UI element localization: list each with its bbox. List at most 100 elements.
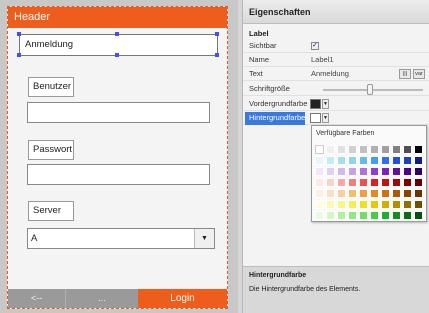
color-swatch-cell[interactable] bbox=[359, 189, 368, 198]
color-swatch-cell[interactable] bbox=[370, 211, 379, 220]
color-swatch-cell[interactable] bbox=[392, 178, 401, 187]
color-swatch-cell[interactable] bbox=[359, 178, 368, 187]
color-swatch-cell[interactable] bbox=[414, 211, 423, 220]
background-color-swatch[interactable] bbox=[310, 113, 321, 123]
color-swatch-cell[interactable] bbox=[315, 167, 324, 176]
user-label-element[interactable]: Benutzer bbox=[28, 77, 74, 97]
color-swatch-cell[interactable] bbox=[392, 167, 401, 176]
form-header[interactable]: Header bbox=[8, 7, 227, 28]
server-label-element[interactable]: Server bbox=[28, 201, 74, 221]
color-swatch-cell[interactable] bbox=[370, 167, 379, 176]
text-edit-button[interactable]: ||| bbox=[399, 69, 411, 79]
color-swatch-cell[interactable] bbox=[370, 156, 379, 165]
color-swatch-cell[interactable] bbox=[326, 178, 335, 187]
color-swatch-cell[interactable] bbox=[381, 211, 390, 220]
color-swatch-cell[interactable] bbox=[315, 200, 324, 209]
color-swatch-cell[interactable] bbox=[403, 156, 412, 165]
color-swatch-cell[interactable] bbox=[326, 145, 335, 154]
color-swatch-cell[interactable] bbox=[381, 156, 390, 165]
resize-handle-bottom[interactable] bbox=[115, 53, 119, 57]
footer-back-button[interactable]: <-- bbox=[8, 289, 66, 308]
color-swatch-cell[interactable] bbox=[337, 189, 346, 198]
color-swatch-cell[interactable] bbox=[381, 200, 390, 209]
color-swatch-cell[interactable] bbox=[403, 145, 412, 154]
color-swatch-cell[interactable] bbox=[326, 189, 335, 198]
color-swatch-cell[interactable] bbox=[414, 189, 423, 198]
password-label-element[interactable]: Passwort bbox=[28, 140, 74, 160]
color-swatch-cell[interactable] bbox=[370, 189, 379, 198]
color-swatch-cell[interactable] bbox=[359, 211, 368, 220]
prop-row-foreground[interactable]: Vordergrundfarbe ▼ bbox=[243, 98, 429, 111]
user-input-element[interactable] bbox=[27, 102, 210, 123]
color-swatch-cell[interactable] bbox=[359, 145, 368, 154]
name-value[interactable]: Label1 bbox=[311, 54, 334, 66]
prop-row-name[interactable]: Name Label1 bbox=[243, 54, 429, 67]
color-swatch-cell[interactable] bbox=[348, 167, 357, 176]
footer-login-button[interactable]: Login bbox=[138, 289, 227, 308]
resize-handle-top-left[interactable] bbox=[17, 32, 21, 36]
foreground-color-swatch[interactable] bbox=[310, 99, 321, 109]
color-swatch-cell[interactable] bbox=[403, 211, 412, 220]
color-swatch-cell[interactable] bbox=[414, 178, 423, 187]
color-swatch-cell[interactable] bbox=[326, 156, 335, 165]
text-value[interactable]: Anmeldung bbox=[311, 68, 349, 80]
color-swatch-cell[interactable] bbox=[414, 167, 423, 176]
color-swatch-cell[interactable] bbox=[370, 145, 379, 154]
resize-handle-bottom-left[interactable] bbox=[17, 53, 21, 57]
color-swatch-cell[interactable] bbox=[315, 145, 324, 154]
color-swatch-cell[interactable] bbox=[370, 200, 379, 209]
color-swatch-cell[interactable] bbox=[403, 200, 412, 209]
color-swatch-cell[interactable] bbox=[315, 178, 324, 187]
color-swatch-cell[interactable] bbox=[381, 189, 390, 198]
color-swatch-cell[interactable] bbox=[359, 167, 368, 176]
color-swatch-cell[interactable] bbox=[392, 156, 401, 165]
font-size-slider-thumb[interactable] bbox=[367, 84, 373, 95]
color-swatch-cell[interactable] bbox=[326, 200, 335, 209]
color-swatch-cell[interactable] bbox=[392, 145, 401, 154]
color-swatch-cell[interactable] bbox=[381, 178, 390, 187]
color-swatch-cell[interactable] bbox=[337, 156, 346, 165]
color-swatch-cell[interactable] bbox=[315, 189, 324, 198]
color-swatch-cell[interactable] bbox=[326, 211, 335, 220]
resize-handle-top[interactable] bbox=[115, 32, 119, 36]
resize-handle-bottom-right[interactable] bbox=[215, 53, 219, 57]
color-swatch-cell[interactable] bbox=[403, 178, 412, 187]
color-swatch-cell[interactable] bbox=[414, 200, 423, 209]
color-swatch-cell[interactable] bbox=[414, 145, 423, 154]
color-swatch-cell[interactable] bbox=[348, 178, 357, 187]
color-swatch-cell[interactable] bbox=[403, 189, 412, 198]
prop-row-font-size[interactable]: Schriftgröße bbox=[243, 83, 429, 96]
resize-handle-top-right[interactable] bbox=[215, 32, 219, 36]
color-swatch-cell[interactable] bbox=[337, 211, 346, 220]
prop-row-background[interactable]: Hintergrundfarbe ▼ bbox=[243, 112, 429, 125]
chevron-down-icon[interactable]: ▼ bbox=[322, 113, 329, 123]
prop-row-visible[interactable]: Sichtbar ✓ bbox=[243, 40, 429, 53]
color-swatch-cell[interactable] bbox=[348, 189, 357, 198]
color-swatch-cell[interactable] bbox=[315, 211, 324, 220]
color-swatch-cell[interactable] bbox=[370, 178, 379, 187]
prop-row-text[interactable]: Text Anmeldung ||| var bbox=[243, 68, 429, 81]
color-swatch-cell[interactable] bbox=[392, 189, 401, 198]
color-swatch-cell[interactable] bbox=[403, 167, 412, 176]
color-swatch-cell[interactable] bbox=[348, 211, 357, 220]
font-size-slider-track[interactable] bbox=[323, 89, 423, 91]
color-swatch-cell[interactable] bbox=[392, 200, 401, 209]
chevron-down-icon[interactable]: ▼ bbox=[194, 229, 214, 248]
color-swatch-cell[interactable] bbox=[392, 211, 401, 220]
chevron-down-icon[interactable]: ▼ bbox=[322, 99, 329, 109]
text-variable-button[interactable]: var bbox=[413, 69, 425, 79]
color-swatch-cell[interactable] bbox=[414, 156, 423, 165]
color-swatch-cell[interactable] bbox=[337, 145, 346, 154]
color-swatch-cell[interactable] bbox=[381, 167, 390, 176]
footer-more-button[interactable]: ... bbox=[67, 289, 137, 308]
color-swatch-cell[interactable] bbox=[381, 145, 390, 154]
color-swatch-cell[interactable] bbox=[337, 178, 346, 187]
color-swatch-cell[interactable] bbox=[359, 156, 368, 165]
color-swatch-cell[interactable] bbox=[337, 167, 346, 176]
color-swatch-cell[interactable] bbox=[348, 200, 357, 209]
color-swatch-cell[interactable] bbox=[348, 145, 357, 154]
color-swatch-cell[interactable] bbox=[348, 156, 357, 165]
color-swatch-cell[interactable] bbox=[315, 156, 324, 165]
server-select-element[interactable]: A ▼ bbox=[27, 228, 215, 249]
color-swatch-cell[interactable] bbox=[359, 200, 368, 209]
